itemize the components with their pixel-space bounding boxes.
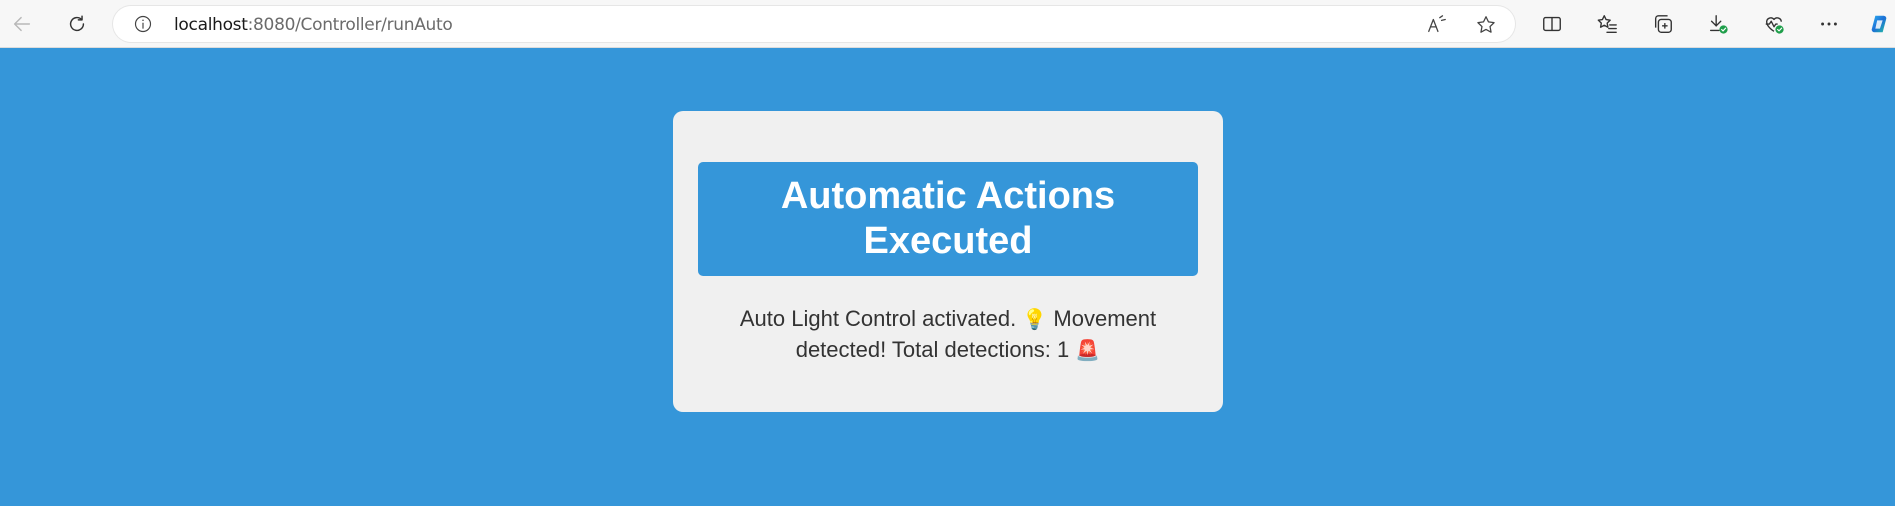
url-path: :8080/Controller/runAuto [247,15,453,35]
light-control-message: Auto Light Control activated. [739,306,1017,331]
collections-button[interactable] [1645,6,1681,42]
url-text[interactable]: localhost:8080/Controller/runAuto [174,15,453,35]
back-icon [13,16,31,32]
favorite-star-icon[interactable] [1474,13,1498,37]
url-host: localhost [174,15,248,35]
favorites-button[interactable] [1589,6,1625,42]
result-card: Automatic Actions Executed Auto Light Co… [673,111,1223,412]
reload-icon [69,15,85,32]
address-bar[interactable]: localhost:8080/Controller/runAuto [113,6,1515,42]
status-message: Auto Light Control activated. 💡 Movement… [713,304,1183,366]
browser-essentials-icon [1765,17,1784,34]
read-aloud-icon[interactable] [1425,13,1449,37]
page-title: Automatic Actions Executed [780,175,1116,262]
copilot-icon [1871,15,1886,33]
more-button[interactable] [1811,6,1847,42]
copilot-button[interactable] [1862,6,1895,42]
lightbulb-icon: 💡 [1022,309,1048,331]
favorites-icon [1597,15,1617,33]
browser-toolbar: localhost:8080/Controller/runAuto [0,0,1895,48]
title-banner: Automatic Actions Executed [698,162,1198,276]
more-icon [1821,22,1837,26]
split-screen-button[interactable] [1534,6,1570,42]
reload-button[interactable] [59,6,95,42]
downloads-button[interactable] [1700,6,1736,42]
back-button[interactable] [4,6,40,42]
downloads-icon [1709,15,1728,34]
info-icon[interactable] [132,13,154,35]
collections-icon [1654,15,1672,33]
siren-icon: 🚨 [1075,340,1101,362]
browser-essentials-button[interactable] [1756,6,1792,42]
page-body: Automatic Actions Executed Auto Light Co… [0,49,1895,506]
split-screen-icon [1543,16,1561,32]
